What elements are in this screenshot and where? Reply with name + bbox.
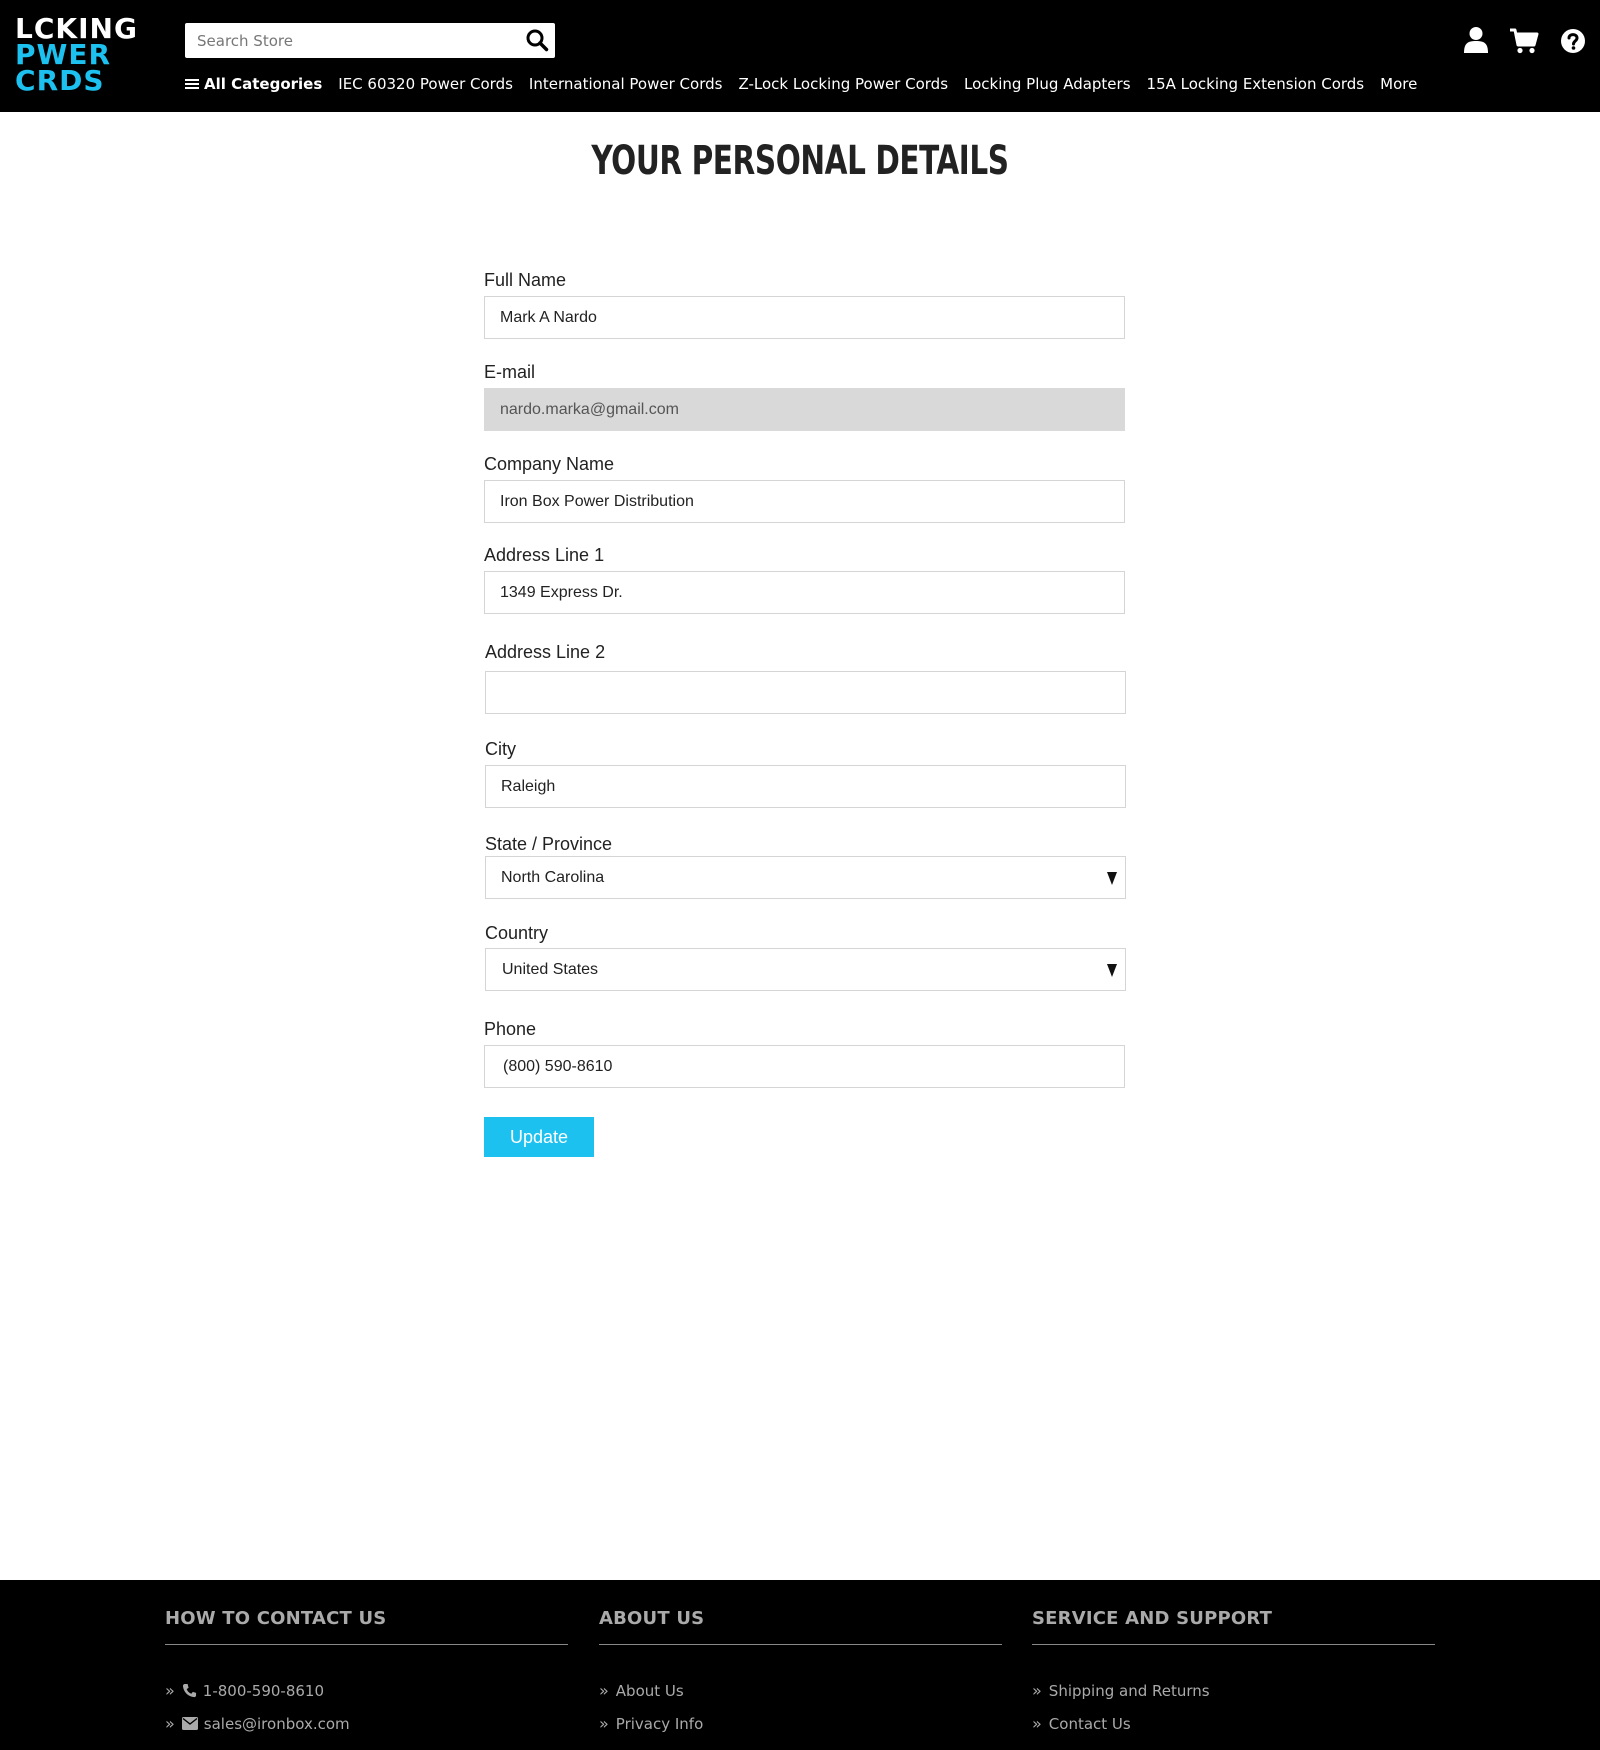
double-chevron-right-icon: »: [165, 1714, 175, 1733]
footer-link-label: Contact Us: [1048, 1714, 1131, 1733]
address-line-2-input[interactable]: [486, 672, 1125, 713]
footer-shipping-returns-link[interactable]: » Shipping and Returns: [1032, 1681, 1210, 1700]
envelope-icon: [181, 1717, 198, 1730]
city-field: [485, 765, 1126, 808]
double-chevron-right-icon: »: [1032, 1681, 1042, 1700]
logo-letter: C: [15, 64, 37, 97]
nav-all-categories[interactable]: All Categories: [185, 75, 322, 93]
city-label: City: [485, 739, 516, 759]
site-logo[interactable]: LCKING PWER CRDS: [15, 15, 160, 97]
footer-phone-link[interactable]: » 1-800-590-8610: [165, 1681, 324, 1700]
nav-more[interactable]: More: [1380, 75, 1417, 93]
address-line-1-input[interactable]: [485, 572, 1124, 613]
footer-email-link[interactable]: » sales@ironbox.com: [165, 1714, 350, 1733]
phone-icon: [182, 1683, 197, 1698]
footer-divider: [1032, 1644, 1435, 1645]
nav-iec-60320-power-cords[interactable]: IEC 60320 Power Cords: [338, 75, 513, 93]
menu-icon: [185, 77, 199, 91]
address-line-1-label: Address Line 1: [484, 545, 605, 565]
state-province-label: State / Province: [485, 834, 613, 854]
footer-link-label: Privacy Info: [615, 1714, 704, 1733]
footer-contact-us-link[interactable]: » Contact Us: [1032, 1714, 1131, 1733]
nav-international-power-cords[interactable]: International Power Cords: [529, 75, 723, 93]
double-chevron-right-icon: »: [1032, 1714, 1042, 1733]
company-name-field: [484, 480, 1125, 523]
footer-divider: [165, 1644, 568, 1645]
company-name-input[interactable]: [485, 481, 1124, 522]
search-input[interactable]: [185, 23, 505, 58]
page-title: YOUR PERSONAL DETAILS: [591, 138, 1009, 184]
country-label: Country: [485, 923, 549, 943]
country-select[interactable]: United States: [485, 948, 1126, 991]
footer-link-label: About Us: [615, 1681, 684, 1700]
phone-input[interactable]: [485, 1046, 1124, 1087]
email-label: E-mail: [484, 362, 536, 382]
help-icon[interactable]: [1560, 28, 1590, 58]
double-chevron-right-icon: »: [599, 1681, 609, 1700]
double-chevron-right-icon: »: [599, 1714, 609, 1733]
category-nav: All Categories IEC 60320 Power Cords Int…: [185, 73, 1433, 95]
footer-link-label: Shipping and Returns: [1048, 1681, 1210, 1700]
state-province-select[interactable]: North Carolina: [485, 856, 1126, 899]
footer-support-heading: SERVICE AND SUPPORT: [1032, 1608, 1273, 1629]
nav-locking-plug-adapters[interactable]: Locking Plug Adapters: [964, 75, 1131, 93]
footer-privacy-info-link[interactable]: » Privacy Info: [599, 1714, 703, 1733]
footer-contact-heading: HOW TO CONTACT US: [165, 1608, 387, 1629]
nav-z-lock-locking-power-cords[interactable]: Z-Lock Locking Power Cords: [738, 75, 948, 93]
email-input: [485, 389, 1124, 430]
footer-about-heading: ABOUT US: [599, 1608, 705, 1629]
city-input[interactable]: [486, 766, 1125, 807]
state-province-value: North Carolina: [501, 868, 605, 886]
site-header: LCKING PWER CRDS All Categories IEC 6032…: [0, 0, 1600, 112]
address-line-2-field: [485, 671, 1126, 714]
update-button[interactable]: Update: [484, 1117, 594, 1157]
phone-label: Phone: [484, 1019, 537, 1039]
full-name-label: Full Name: [484, 270, 567, 290]
search-box: [185, 23, 555, 58]
cart-icon[interactable]: [1509, 28, 1539, 58]
footer-email-text: sales@ironbox.com: [203, 1714, 350, 1733]
double-chevron-right-icon: »: [165, 1681, 175, 1700]
country-value: United States: [502, 960, 599, 978]
site-footer: HOW TO CONTACT US » 1-800-590-8610 » sal…: [0, 1580, 1600, 1750]
nav-15a-locking-extension-cords[interactable]: 15A Locking Extension Cords: [1147, 75, 1365, 93]
full-name-input[interactable]: [485, 297, 1124, 338]
footer-divider: [599, 1644, 1002, 1645]
dropdown-arrow-icon: [1107, 872, 1117, 885]
nav-label: All Categories: [204, 75, 323, 93]
email-field: [484, 388, 1125, 431]
company-name-label: Company Name: [484, 454, 615, 474]
dropdown-arrow-icon: [1107, 964, 1117, 977]
footer-about-us-link[interactable]: » About Us: [599, 1681, 684, 1700]
phone-field: [484, 1045, 1125, 1088]
footer-phone-text: 1-800-590-8610: [202, 1681, 325, 1700]
address-line-1-field: [484, 571, 1125, 614]
search-icon[interactable]: [525, 28, 549, 52]
full-name-field: [484, 296, 1125, 339]
user-icon[interactable]: [1463, 26, 1493, 56]
address-line-2-label: Address Line 2: [485, 642, 606, 662]
logo-text: RDS: [36, 64, 105, 97]
